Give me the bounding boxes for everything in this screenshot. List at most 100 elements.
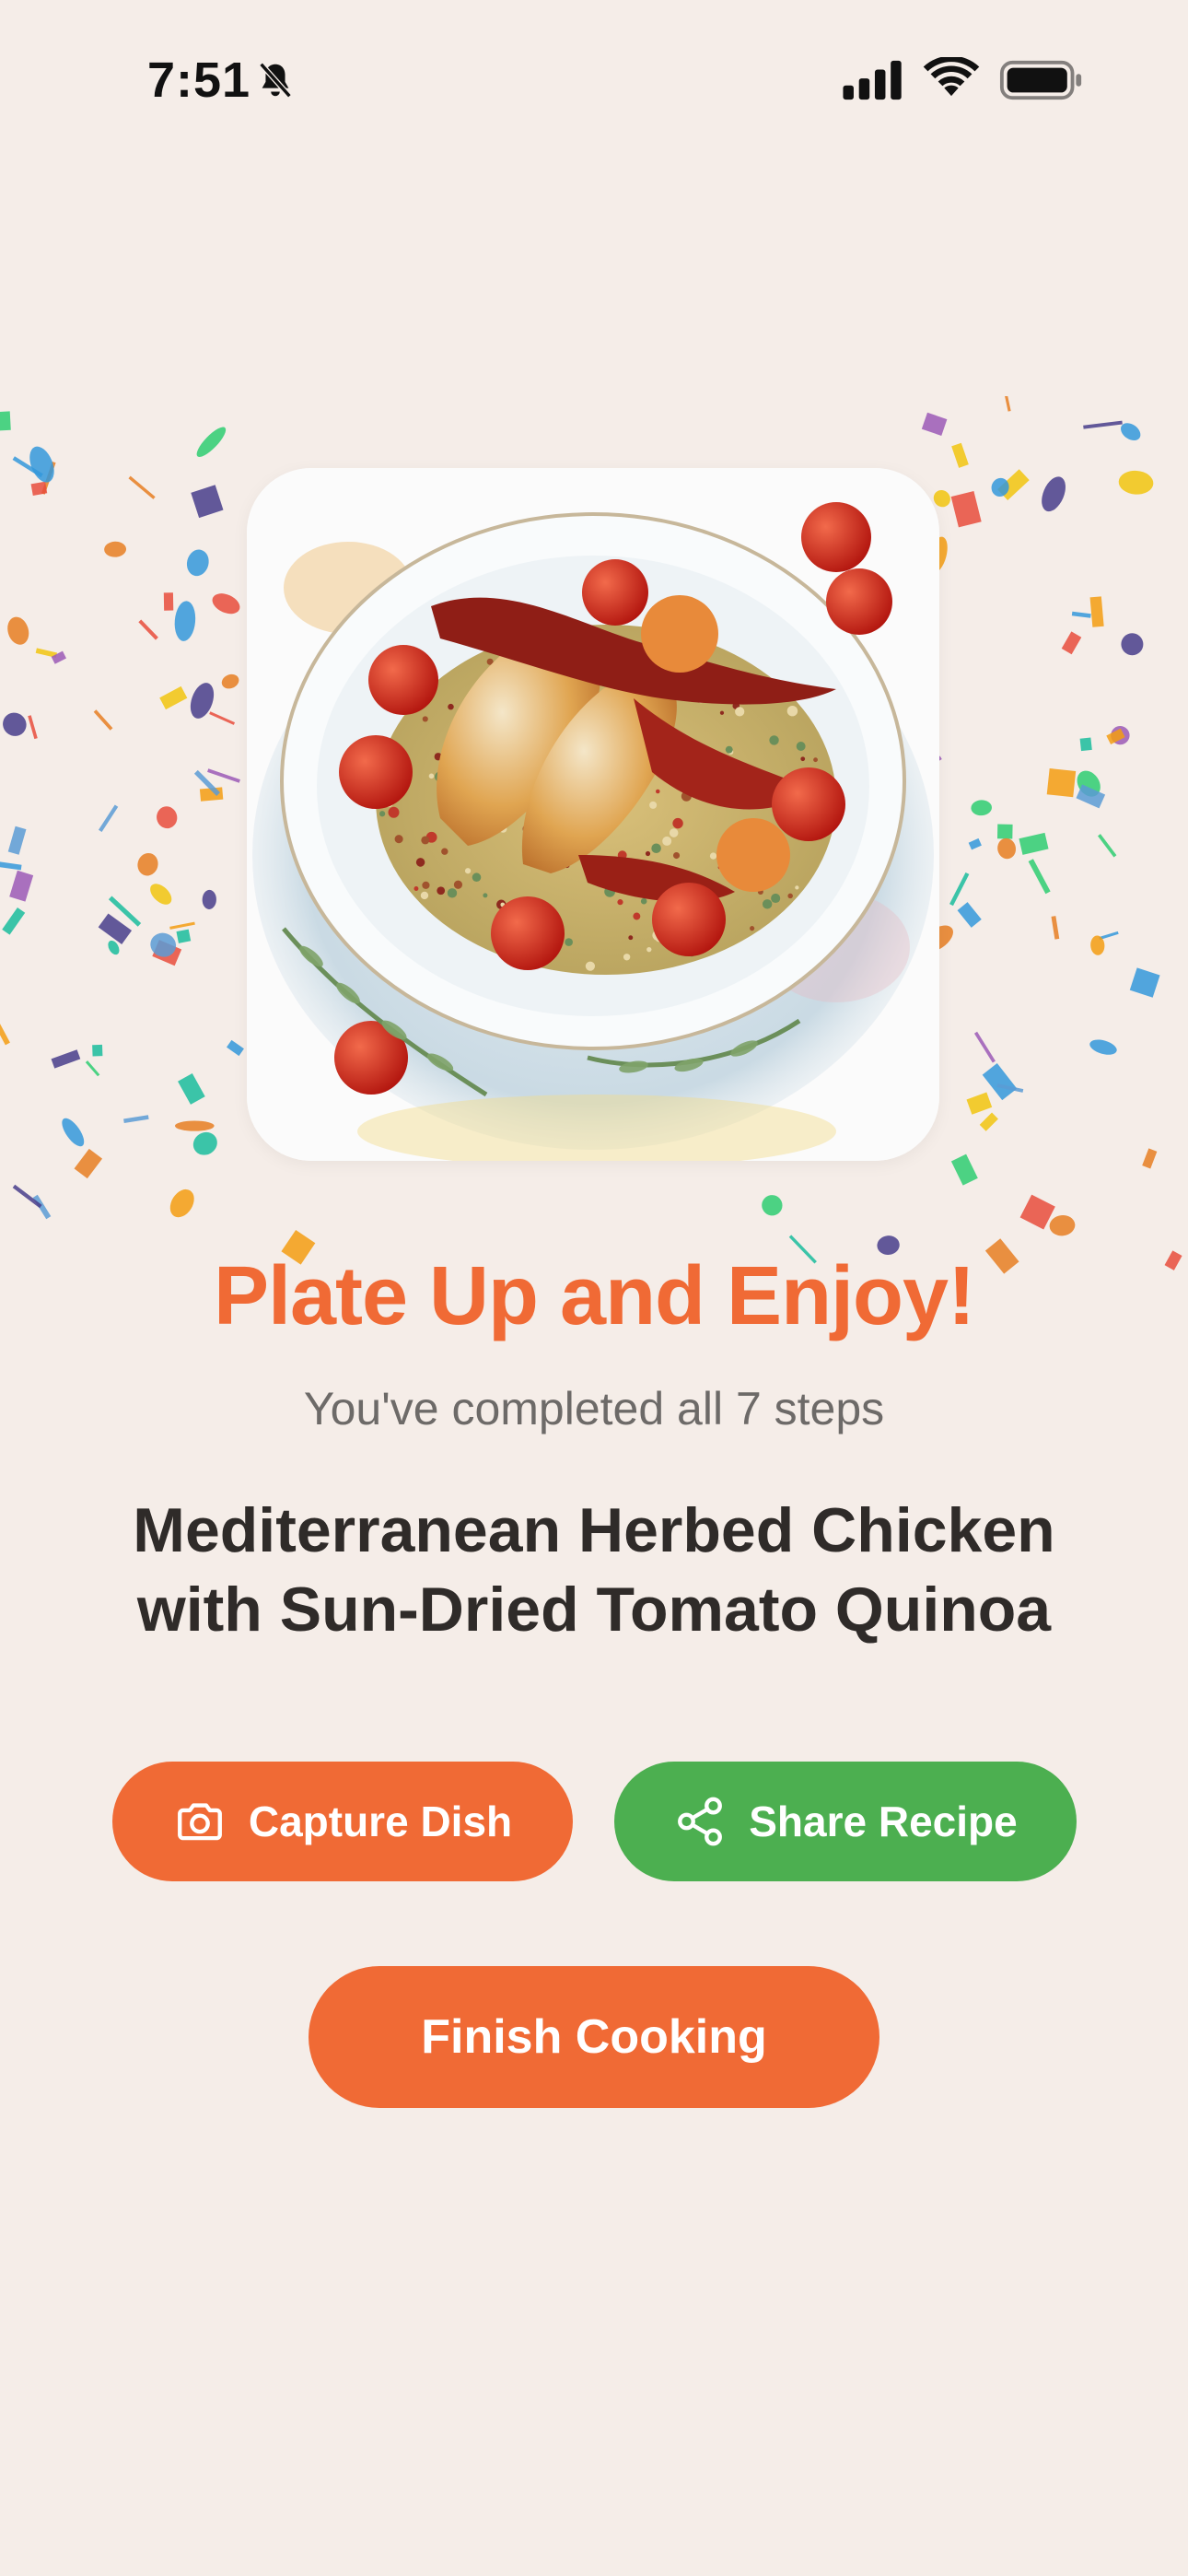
confetti-piece <box>150 884 172 905</box>
quinoa-speck <box>813 757 818 763</box>
confetti-piece <box>1089 596 1104 627</box>
quinoa-speck <box>669 828 679 837</box>
confetti-piece <box>1089 1039 1117 1055</box>
confetti-piece <box>1051 916 1060 940</box>
confetti-piece <box>28 715 38 740</box>
quinoa-speck <box>640 897 647 905</box>
quinoa-speck <box>453 880 463 889</box>
confetti-piece <box>949 872 970 907</box>
quinoa-speck <box>464 868 472 874</box>
quinoa-speck <box>422 881 430 889</box>
quinoa-speck <box>786 705 798 717</box>
confetti-piece <box>85 1060 100 1077</box>
quinoa-speck <box>672 817 683 829</box>
confetti-piece <box>9 870 34 902</box>
quinoa-speck <box>771 893 781 904</box>
quinoa-speck <box>623 954 631 961</box>
completion-screen: 7:51 Plate Up and Enjoy! You've complete… <box>0 0 1188 2576</box>
confetti-piece <box>0 411 11 431</box>
confetti-piece <box>7 616 29 645</box>
confetti-piece <box>0 1010 10 1046</box>
confetti-piece <box>104 541 127 557</box>
status-bar: 7:51 <box>0 0 1188 166</box>
quinoa-speck <box>388 806 400 818</box>
confetti-piece <box>1061 631 1082 655</box>
confetti-piece <box>973 1031 996 1063</box>
quinoa-speck <box>617 899 623 906</box>
quinoa-speck <box>415 858 425 867</box>
quinoa-speck <box>762 899 773 909</box>
quinoa-speck <box>585 961 596 971</box>
confetti-piece <box>979 1112 998 1131</box>
confetti-piece <box>1028 859 1051 895</box>
capture-dish-label: Capture Dish <box>248 1797 513 1845</box>
confetti-piece <box>221 673 239 689</box>
quinoa-speck <box>441 848 448 855</box>
confetti-piece <box>3 712 27 736</box>
confetti-piece <box>98 913 133 944</box>
recipe-title-line-2: with Sun-Dried Tomato Quinoa <box>136 1575 1052 1645</box>
confetti-piece <box>2 907 26 935</box>
confetti-piece <box>196 427 227 457</box>
quinoa-speck <box>795 885 799 890</box>
confetti-piece <box>997 837 1017 860</box>
confetti-piece <box>32 1194 52 1220</box>
quinoa-speck <box>735 707 745 717</box>
confetti-piece <box>174 601 196 641</box>
confetti-piece <box>137 852 158 876</box>
quinoa-speck <box>709 852 717 860</box>
confetti-piece <box>92 1044 103 1057</box>
confetti-piece <box>62 1118 85 1147</box>
quinoa-speck <box>725 745 733 754</box>
quinoa-speck <box>662 836 672 846</box>
quinoa-speck <box>379 811 386 817</box>
confetti-piece <box>207 768 240 783</box>
finish-cooking-label: Finish Cooking <box>421 2010 767 2064</box>
confetti-piece <box>1046 767 1077 798</box>
confetti-piece <box>227 1039 244 1057</box>
finish-cooking-button[interactable]: Finish Cooking <box>309 1966 879 2108</box>
quinoa-speck <box>421 836 430 845</box>
wifi-icon <box>923 57 980 97</box>
quinoa-speck <box>800 756 806 762</box>
quinoa-speck <box>796 742 806 751</box>
confetti-piece <box>1079 737 1092 752</box>
confetti-piece <box>950 1153 978 1186</box>
confetti-piece <box>982 1063 1018 1101</box>
quinoa-speck <box>394 835 403 844</box>
quinoa-speck <box>420 891 429 900</box>
confetti-piece <box>7 825 27 855</box>
quinoa-speck <box>428 773 435 779</box>
confetti-piece <box>1121 633 1144 656</box>
share-icon <box>673 1795 727 1848</box>
confetti-piece <box>1083 420 1123 429</box>
share-recipe-button[interactable]: Share Recipe <box>614 1762 1077 1881</box>
quinoa-speck <box>413 886 419 891</box>
quinoa-speck <box>633 912 641 920</box>
quinoa-speck <box>565 938 573 946</box>
confetti-piece <box>98 804 119 833</box>
confetti-piece <box>921 412 948 436</box>
confetti-piece <box>957 902 982 928</box>
battery-icon <box>999 60 1082 100</box>
confetti-piece <box>1129 967 1160 998</box>
steps-completed-text: You've completed all 7 steps <box>303 1383 885 1434</box>
confetti-piece <box>1118 470 1154 495</box>
confetti-piece <box>159 685 188 710</box>
quinoa-speck <box>448 703 454 710</box>
confetti-piece <box>0 861 22 871</box>
quinoa-speck <box>656 789 660 794</box>
quinoa-speck <box>651 843 661 854</box>
confetti-piece <box>1142 1148 1158 1169</box>
quinoa-speck <box>672 851 681 860</box>
quinoa-speck <box>649 801 658 809</box>
confetti-piece <box>1042 476 1066 512</box>
confetti-piece <box>762 1195 783 1216</box>
confetti-piece <box>128 475 156 499</box>
quinoa-speck <box>447 888 458 898</box>
confetti-piece <box>93 709 113 731</box>
confetti-piece <box>169 1188 194 1218</box>
dish-image <box>247 468 939 1161</box>
confetti-piece <box>971 800 992 816</box>
capture-dish-button[interactable]: Capture Dish <box>112 1762 573 1881</box>
